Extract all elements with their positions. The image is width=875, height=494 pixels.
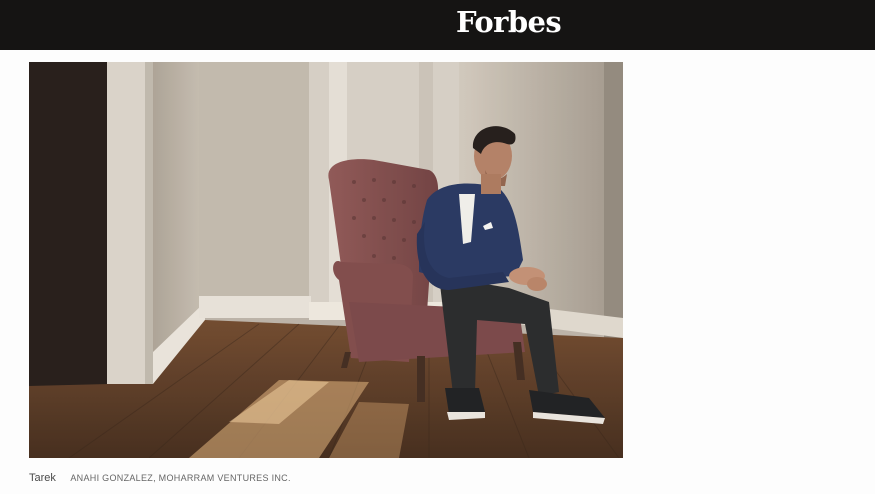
site-header: Forbes bbox=[0, 0, 875, 50]
photo-caption: Tarek ANAHI GONZALEZ, MOHARRAM VENTURES … bbox=[29, 468, 291, 486]
caption-title: Tarek bbox=[29, 472, 56, 484]
forbes-logo[interactable]: Forbes bbox=[456, 4, 562, 40]
article-photo bbox=[29, 62, 623, 458]
photo-credit: ANAHI GONZALEZ, MOHARRAM VENTURES INC. bbox=[70, 473, 291, 483]
